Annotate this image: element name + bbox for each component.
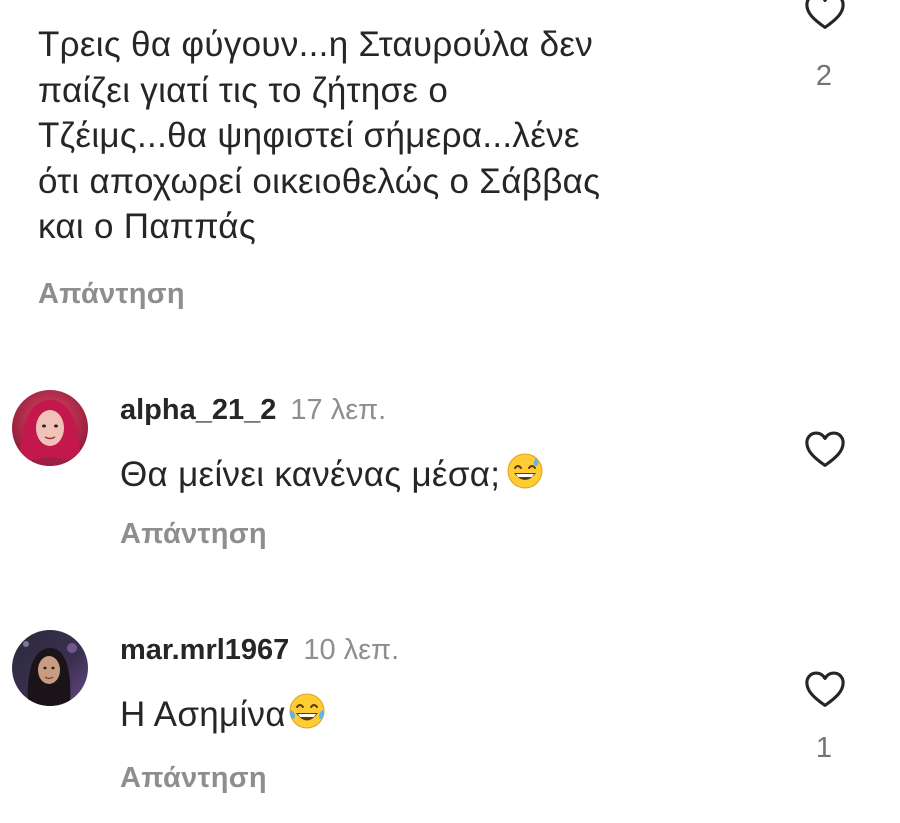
comment-item: Τρεις θα φύγουν...η Σταυρούλα δεν παίζει… [0,0,900,330]
comment-header: mar.mrl1967 10 λεπ. [120,634,399,667]
avatar-image [12,630,88,706]
avatar-image [12,390,88,466]
like-count: 1 [815,732,833,764]
heart-outline-icon[interactable] [804,0,846,30]
avatar[interactable] [12,630,88,706]
comment-text: Θα μείνει κανένας μέσα; [120,455,501,494]
comment-item: alpha_21_2 17 λεπ. Θα μείνει κανένας μέσα… [0,380,900,580]
timestamp: 10 λεπ. [303,634,400,666]
username[interactable]: mar.mrl1967 [120,634,289,666]
avatar[interactable] [12,390,88,466]
grinning-face-with-sweat-emoji [506,452,544,502]
heart-outline-icon[interactable] [804,430,846,468]
username[interactable]: alpha_21_2 [120,394,276,426]
comment-text: Τρεις θα φύγουν...η Σταυρούλα δεν παίζει… [38,25,601,246]
comment-item: mar.mrl1967 10 λεπ. Η Ασημίνα Απάντηση 1 [0,620,900,823]
face-with-tears-of-joy-emoji [288,692,326,742]
heart-outline-icon[interactable] [804,670,846,708]
reply-button[interactable]: Απάντηση [120,762,267,795]
like-count: 2 [815,60,833,92]
comment-body: Θα μείνει κανένας μέσα; [120,452,544,502]
comment-text: Η Ασημίνα [120,695,286,734]
reply-button[interactable]: Απάντηση [38,278,185,311]
comment-header: alpha_21_2 17 λεπ. [120,394,386,427]
reply-button[interactable]: Απάντηση [120,518,267,551]
comment-body: Η Ασημίνα [120,692,326,742]
timestamp: 17 λεπ. [290,394,387,426]
